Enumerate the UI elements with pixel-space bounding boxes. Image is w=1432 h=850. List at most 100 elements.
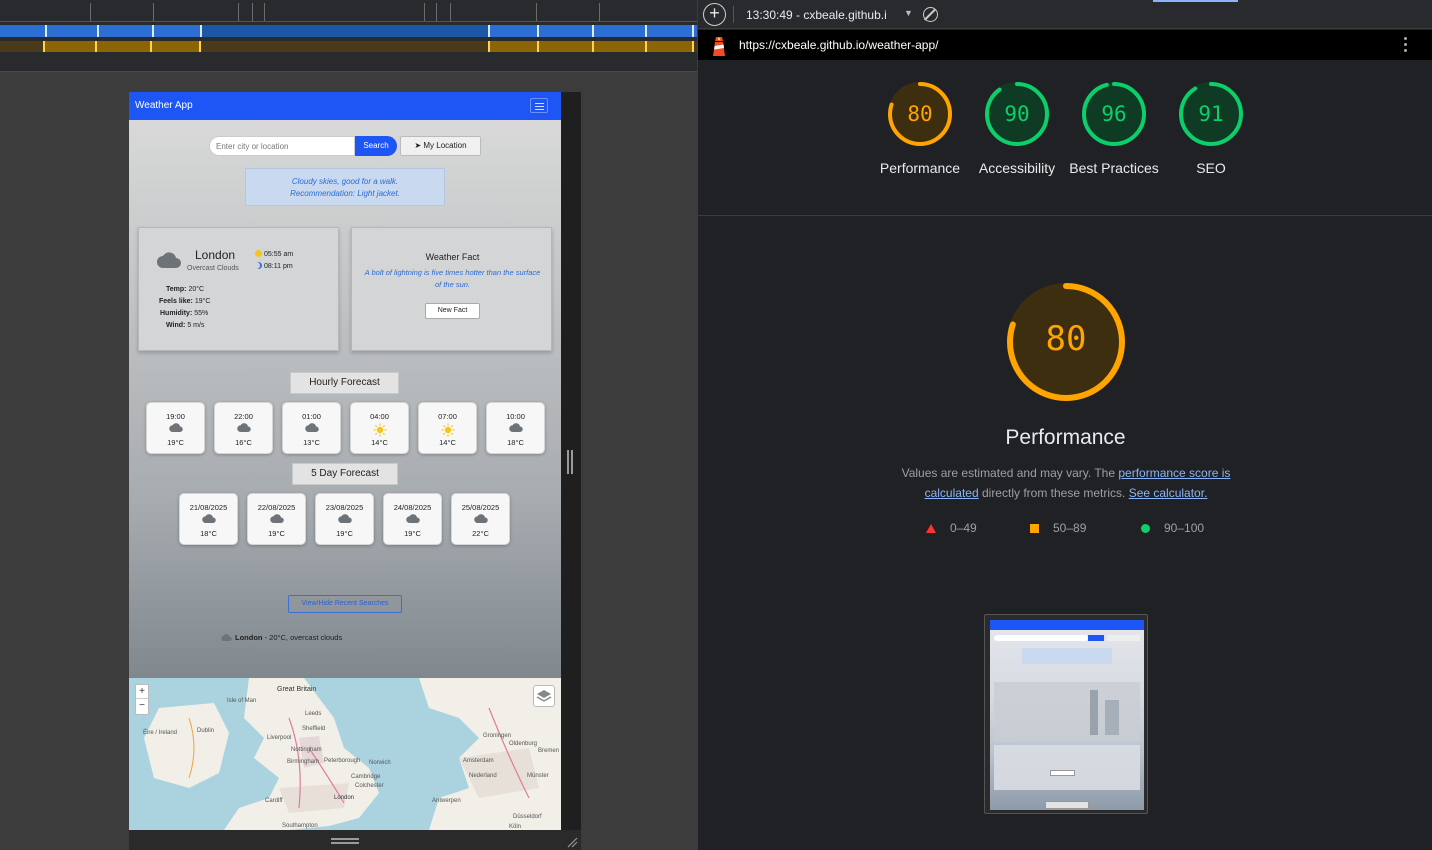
forecast-card: 22/08/2025 19°C — [247, 493, 306, 545]
more-options-icon[interactable] — [1404, 37, 1408, 53]
forecast-time: 24/08/2025 — [393, 503, 432, 512]
feels-value: 19°C — [194, 298, 211, 305]
resize-handle-right[interactable] — [567, 450, 573, 474]
score-gauge[interactable]: 80 Performance — [880, 81, 960, 176]
dropdown-caret-icon[interactable]: ▼ — [904, 8, 913, 18]
weather-fact-card: Weather Fact A bolt of lightning is five… — [351, 227, 552, 351]
report-url[interactable]: https://cxbeale.github.io/weather-app/ — [739, 38, 938, 52]
city-name: London — [195, 248, 236, 262]
forecast-time: 22/08/2025 — [257, 503, 296, 512]
cloud-icon — [337, 514, 352, 523]
search-button[interactable]: Search — [355, 136, 397, 156]
sunrise: 05:55 am — [255, 250, 293, 258]
feels-row: Feels like: 19°C — [159, 298, 210, 305]
navbar-brand[interactable]: Weather App — [135, 100, 193, 111]
humidity-row: Humidity: 55% — [160, 310, 208, 317]
forecast-card: 22:00 16°C — [214, 402, 273, 454]
forecast-temp: 19°C — [167, 438, 184, 447]
map-label: Southampton — [282, 823, 318, 829]
see-calculator-link[interactable]: See calculator. — [1129, 486, 1208, 500]
zoom-in-button[interactable]: + — [136, 685, 148, 699]
report-url-bar: https://cxbeale.github.io/weather-app/ — [698, 30, 1432, 60]
new-report-button[interactable]: + — [703, 3, 726, 26]
legend-range: 90–100 — [1164, 521, 1205, 535]
map-label: Groningen — [483, 733, 512, 739]
menu-toggle-icon[interactable] — [530, 98, 548, 113]
layers-icon[interactable] — [533, 685, 555, 707]
sun-icon — [441, 423, 454, 437]
temp-value: 20°C — [188, 286, 205, 293]
active-tab-indicator — [1153, 0, 1238, 2]
forecast-time: 10:00 — [506, 412, 525, 421]
performance-timeline[interactable] — [0, 0, 697, 72]
advice-line-2: Recommendation: Light jacket. — [290, 189, 400, 198]
forecast-temp: 19°C — [268, 529, 285, 538]
forecast-card: 04:00 14°C — [350, 402, 409, 454]
gauge-label: Performance — [879, 160, 961, 176]
wind-label: Wind: — [166, 322, 186, 329]
map-label: London — [334, 795, 355, 801]
daily-forecast-heading: 5 Day Forecast — [292, 463, 398, 485]
sunset-time: 08:11 pm — [264, 263, 293, 270]
cloud-icon — [304, 423, 319, 432]
cloud-icon — [508, 423, 523, 432]
temp-row: Temp: 20°C — [166, 286, 204, 293]
forecast-temp: 14°C — [439, 438, 456, 447]
hourly-forecast-heading: Hourly Forecast — [290, 372, 399, 394]
zoom-out-button[interactable]: − — [136, 699, 148, 713]
wind-value: 5 m/s — [187, 322, 205, 329]
forecast-card: 01:00 13°C — [282, 402, 341, 454]
recent-search-item[interactable]: London - 20°C, overcast clouds — [221, 633, 342, 642]
resize-corner-icon[interactable] — [566, 836, 578, 848]
map-zoom-control: + − — [135, 684, 149, 715]
forecast-card: 21/08/2025 18°C — [179, 493, 238, 545]
final-screenshot-thumbnail[interactable] — [984, 614, 1148, 814]
resize-handle-bottom[interactable] — [331, 838, 359, 844]
advice-line-1: Cloudy skies, good for a walk. — [291, 177, 399, 186]
my-location-button[interactable]: ➤ My Location — [400, 136, 481, 156]
my-location-label: My Location — [423, 141, 467, 150]
map-label: Sheffield — [302, 726, 326, 732]
humidity-value: 55% — [194, 310, 209, 317]
toggle-recent-searches-button[interactable]: View/Hide Recent Searches — [288, 595, 402, 613]
cloud-icon — [168, 423, 183, 432]
cloud-icon — [405, 514, 420, 523]
cloud-icon — [201, 514, 216, 523]
performance-score: 80 — [1045, 319, 1087, 359]
score-gauge[interactable]: 90 Accessibility — [979, 81, 1055, 176]
map-label: Birmingham — [287, 759, 320, 765]
sun-icon — [373, 423, 386, 437]
search-input[interactable]: Enter city or location — [209, 136, 355, 156]
forecast-card: 07:00 14°C — [418, 402, 477, 454]
score-gauge[interactable]: 91 SEO — [1178, 81, 1244, 176]
map-label: Norwich — [369, 760, 391, 766]
square-icon — [1030, 524, 1039, 533]
weather-map[interactable]: Great Britain Isle of Man Leeds Dublin S… — [129, 678, 561, 830]
map-label: Great Britain — [277, 686, 317, 693]
forecast-temp: 18°C — [200, 529, 217, 538]
report-selector[interactable]: 13:30:49 - cxbeale.github.i — [746, 8, 887, 22]
map-label: Isle of Man — [227, 698, 257, 704]
clear-icon[interactable] — [923, 7, 938, 22]
temp-label: Temp: — [166, 286, 187, 293]
gauge-label: Best Practices — [1069, 160, 1159, 176]
recent-city: London — [235, 633, 263, 642]
sunrise-time: 05:55 am — [264, 251, 294, 258]
map-label: Düsseldorf — [513, 814, 542, 820]
legend-average: 50–89 — [1030, 521, 1086, 535]
legend-fail: 0–49 — [926, 521, 977, 535]
map-label: Antwerpen — [432, 798, 461, 804]
circle-icon — [1141, 524, 1150, 533]
map-label: Peterborough — [324, 758, 361, 764]
cloud-icon — [221, 634, 232, 641]
new-fact-button[interactable]: New Fact — [425, 303, 480, 319]
map-label: Cardiff — [265, 798, 283, 804]
moon-icon — [255, 262, 262, 269]
current-weather-card: London Overcast Clouds 05:55 am 08:11 pm… — [138, 227, 339, 351]
score-gauge[interactable]: 96 Best Practices — [1069, 81, 1159, 176]
sunset: 08:11 pm — [255, 262, 293, 270]
gauge-label: Accessibility — [978, 160, 1056, 176]
forecast-temp: 22°C — [472, 529, 489, 538]
performance-title: Performance — [1005, 426, 1126, 449]
recent-detail: - 20°C, overcast clouds — [262, 633, 343, 642]
